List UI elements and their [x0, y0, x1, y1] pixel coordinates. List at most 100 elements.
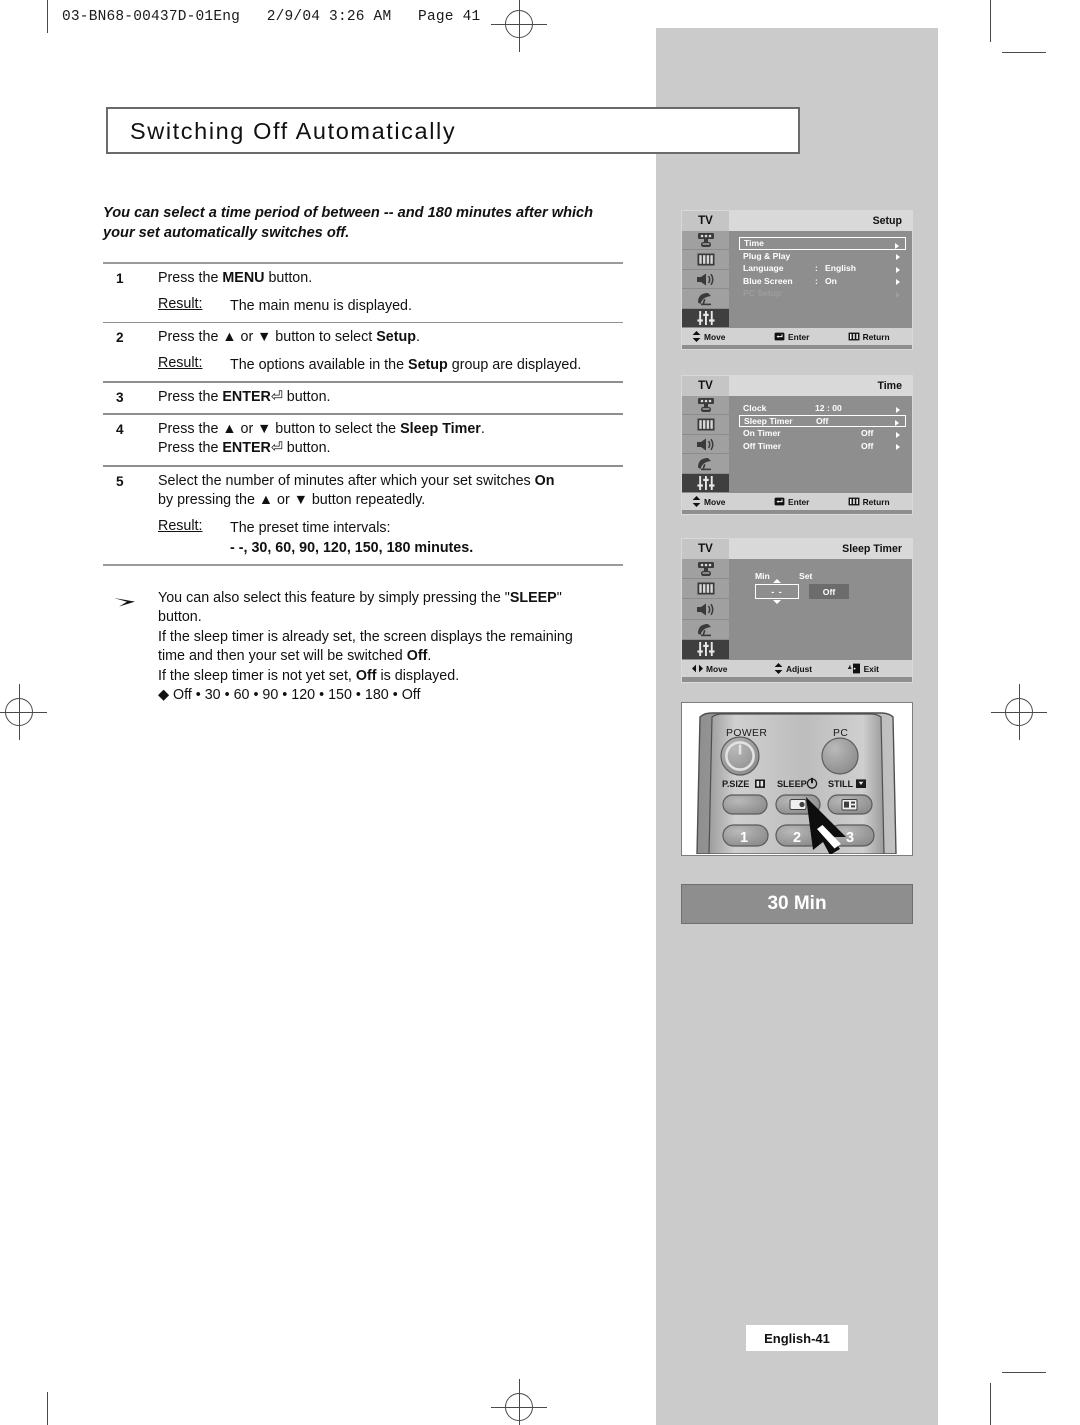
svg-text:3: 3 — [846, 830, 854, 846]
step-instruction: Press the ENTER⏎ button. — [158, 388, 331, 405]
osd-row-value: 12 : 00 — [815, 403, 842, 414]
osd-footer-enter-label: Enter — [788, 496, 810, 507]
exit-icon — [847, 663, 860, 674]
osd-menu-row[interactable]: Plug & Play — [739, 250, 906, 263]
print-file-header: 03-BN68-00437D-01Eng 2/9/04 3:26 AM Page… — [62, 9, 481, 25]
crop-mark-right-horizontal-bottom — [1002, 1372, 1046, 1374]
step-number: 4 — [116, 421, 124, 437]
osd-row-value: English — [825, 263, 857, 274]
registration-mark-left — [0, 684, 47, 740]
page-title: Switching Off Automatically — [130, 118, 457, 144]
satellite-icon[interactable] — [682, 620, 729, 640]
leftright-arrows-icon — [692, 664, 703, 673]
osd-sleep-footer: Move Adjust Exit — [682, 660, 912, 677]
note-line: button. — [158, 609, 202, 626]
osd-menu-row[interactable]: Blue Screen: On — [739, 275, 906, 288]
sound-icon[interactable] — [682, 435, 729, 455]
osd-setup-title: Setup — [872, 215, 902, 227]
setup-icon[interactable] — [682, 639, 729, 661]
osd-setup-footer: Move Enter Return — [682, 328, 912, 345]
result-label: Result: — [158, 517, 203, 534]
note-bullet-line: ◆ Off • 30 • 60 • 90 • 120 • 150 • 180 •… — [158, 687, 421, 704]
svg-text:2: 2 — [793, 830, 801, 846]
step-number: 5 — [116, 473, 124, 489]
updown-arrows-icon — [692, 331, 701, 342]
result-text: The main menu is displayed. — [230, 297, 412, 314]
osd-row-value: On — [825, 275, 837, 286]
svg-text:PC: PC — [833, 728, 848, 739]
chevron-right-icon — [896, 252, 900, 262]
steps-list: 1 Press the MENU button. Result: The main m… — [103, 262, 623, 566]
step-item: 5 Select the number of minutes after whic… — [103, 467, 623, 564]
return-icon — [848, 497, 859, 506]
osd-setup-rows: Time Plug & Play Language: English Blue Scre… — [729, 231, 912, 328]
channel-icon[interactable] — [682, 415, 729, 435]
osd-menu-row[interactable]: PC Setup — [739, 287, 906, 300]
sound-icon[interactable] — [682, 599, 729, 620]
osd-row-value: Off — [861, 428, 874, 439]
osd-sleep-min-stepper[interactable]: - - — [755, 579, 799, 604]
sleep-timer-osd-banner: 30 Min — [681, 884, 913, 924]
setup-icon[interactable] — [682, 308, 729, 329]
osd-menu-row[interactable]: Clock 12 : 00 — [739, 402, 906, 415]
osd-menu-row[interactable]: Off Timer Off — [739, 440, 906, 453]
osd-setup-rail — [682, 231, 729, 329]
enter-icon — [774, 497, 785, 506]
osd-menu-row[interactable]: Sleep Timer Off — [739, 414, 906, 427]
remote-illustration: POWER PC P.SIZE SLEEP STILL 1 2 3 — [681, 702, 913, 856]
osd-menu-row[interactable]: Language: English — [739, 262, 906, 275]
enter-icon — [774, 332, 785, 341]
svg-text:POWER: POWER — [726, 728, 767, 739]
crop-mark-right-horizontal — [1002, 52, 1046, 54]
chevron-right-icon — [896, 277, 900, 287]
picture-icon[interactable] — [682, 559, 729, 580]
osd-footer-move: Move — [682, 664, 774, 674]
note-text: You can also select this feature by simp… — [158, 589, 648, 686]
step-instruction: by pressing the ▲ or ▼ button repeatedly… — [158, 492, 426, 509]
sound-icon[interactable] — [682, 270, 729, 290]
satellite-icon[interactable] — [682, 289, 729, 309]
osd-footer-adjust-label: Adjust — [786, 663, 813, 674]
osd-sleep-set-value[interactable]: Off — [809, 584, 849, 599]
osd-footer-return-label: Return — [862, 331, 890, 342]
step-result: Result: The preset time intervals: - -, 30… — [158, 518, 623, 558]
osd-row-value: Off — [816, 415, 829, 426]
osd-setup-menu: TV Setup Time Plug & Play Language: Eng… — [681, 210, 913, 350]
chevron-down-icon — [773, 600, 781, 604]
setup-icon[interactable] — [682, 473, 729, 494]
step-instruction: Select the number of minutes after which… — [158, 472, 555, 489]
step-number: 1 — [116, 271, 124, 287]
crop-mark-right-vertical — [990, 0, 992, 42]
osd-footer-move-label: Move — [706, 663, 728, 674]
step-result: Result: The main menu is displayed. — [158, 296, 623, 316]
satellite-icon[interactable] — [682, 454, 729, 474]
osd-footer-move-label: Move — [704, 496, 726, 507]
manual-page: 03-BN68-00437D-01Eng 2/9/04 3:26 AM Page… — [0, 0, 1080, 1425]
step-number: 3 — [116, 389, 124, 405]
result-text: The options available in the Setup group… — [230, 356, 582, 373]
chevron-right-icon — [896, 290, 900, 300]
picture-icon[interactable] — [682, 396, 729, 416]
osd-row-label: Time — [744, 238, 764, 249]
updown-arrows-icon — [692, 496, 701, 507]
crop-mark-left-vertical — [47, 0, 49, 33]
osd-row-colon: : — [815, 275, 818, 286]
osd-menu-row[interactable]: Time — [739, 237, 906, 250]
channel-icon[interactable] — [682, 250, 729, 270]
osd-row-label: On Timer — [743, 428, 781, 439]
note-line: time and then your set will be switched … — [158, 648, 432, 665]
crop-mark-right-vertical-bottom — [990, 1383, 992, 1425]
picture-icon[interactable] — [682, 231, 729, 251]
note-block: You can also select this feature by simp… — [103, 589, 648, 705]
note-arrow-icon — [114, 598, 135, 607]
step-divider — [103, 563, 623, 566]
note-line: You can also select this feature by simp… — [158, 590, 562, 606]
osd-footer-return: Return — [848, 497, 912, 507]
osd-sleep-timer-menu: TV Sleep Timer Min Set - - Off Move Adju… — [681, 538, 913, 683]
osd-sleep-title: Sleep Timer — [842, 543, 902, 555]
osd-footer-enter-label: Enter — [788, 331, 810, 342]
channel-icon[interactable] — [682, 579, 729, 600]
return-icon — [848, 332, 859, 341]
osd-menu-row[interactable]: On Timer Off — [739, 427, 906, 440]
svg-text:P.SIZE: P.SIZE — [722, 779, 749, 789]
